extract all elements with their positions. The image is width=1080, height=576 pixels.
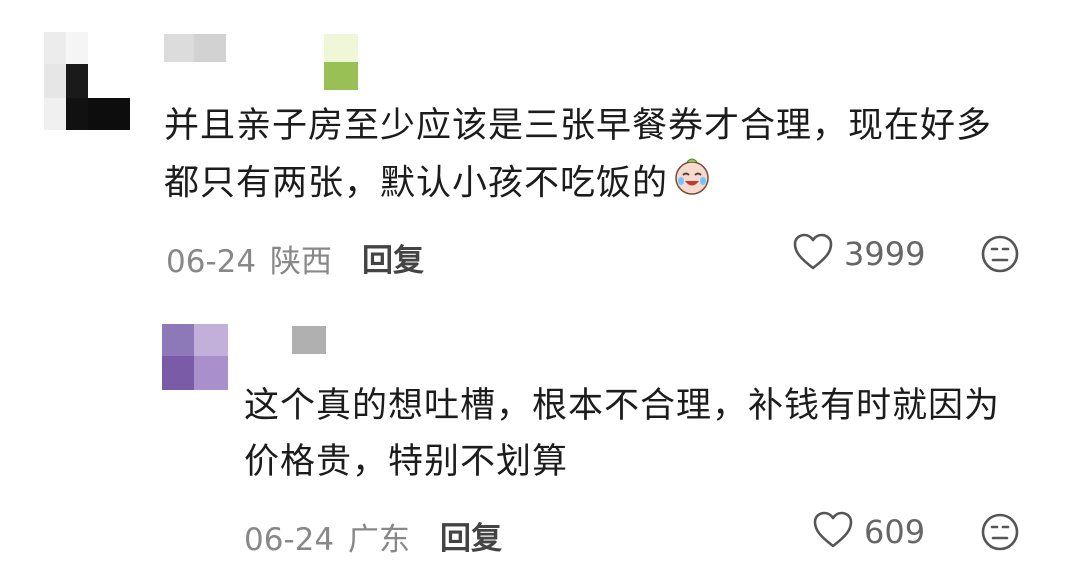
username-blurred[interactable]: [292, 326, 326, 354]
comment-text-line-1: 并且亲子房至少应该是三张早餐券才合理，现在好多: [164, 106, 993, 146]
reply-button[interactable]: 回复: [440, 513, 502, 558]
crying-laughing-emoji-icon: [670, 154, 714, 215]
reply-button[interactable]: 回复: [362, 235, 424, 280]
avatar[interactable]: [162, 324, 228, 390]
neutral-face-icon: [980, 513, 1020, 556]
comment-location: 广东: [347, 522, 410, 558]
comment-text-line-2: 价格贵，特别不划算: [244, 442, 569, 482]
comment-location: 陕西: [269, 244, 332, 280]
heart-outline-icon: [792, 232, 834, 276]
like-button[interactable]: 609: [812, 510, 925, 554]
comment-text-line-1: 这个真的想吐槽，根本不合理，补钱有时就因为: [244, 386, 1001, 426]
comment-text: 并且亲子房至少应该是三张早餐券才合理，现在好多 都只有两张，默认小孩不吃饭的: [164, 98, 1064, 215]
heart-outline-icon: [812, 510, 854, 554]
comment-text-line-2-wrap: 都只有两张，默认小孩不吃饭的: [164, 154, 1064, 215]
dislike-button[interactable]: [980, 234, 1020, 278]
comment-text: 这个真的想吐槽，根本不合理，补钱有时就因为 价格贵，特别不划算: [244, 378, 1064, 490]
like-button[interactable]: 3999: [792, 232, 925, 276]
comment-meta: 06-24 陕西: [166, 236, 332, 281]
like-count: 609: [864, 513, 926, 551]
comment-date: 06-24: [166, 244, 257, 280]
comment-meta: 06-24 广东: [244, 514, 410, 559]
neutral-face-icon: [980, 235, 1020, 278]
comment-text-line-2: 都只有两张，默认小孩不吃饭的: [164, 163, 669, 204]
like-count: 3999: [844, 235, 926, 273]
comment-date: 06-24: [244, 522, 335, 558]
username-blurred[interactable]: [164, 34, 358, 90]
avatar[interactable]: [44, 32, 130, 130]
dislike-button[interactable]: [980, 512, 1020, 556]
